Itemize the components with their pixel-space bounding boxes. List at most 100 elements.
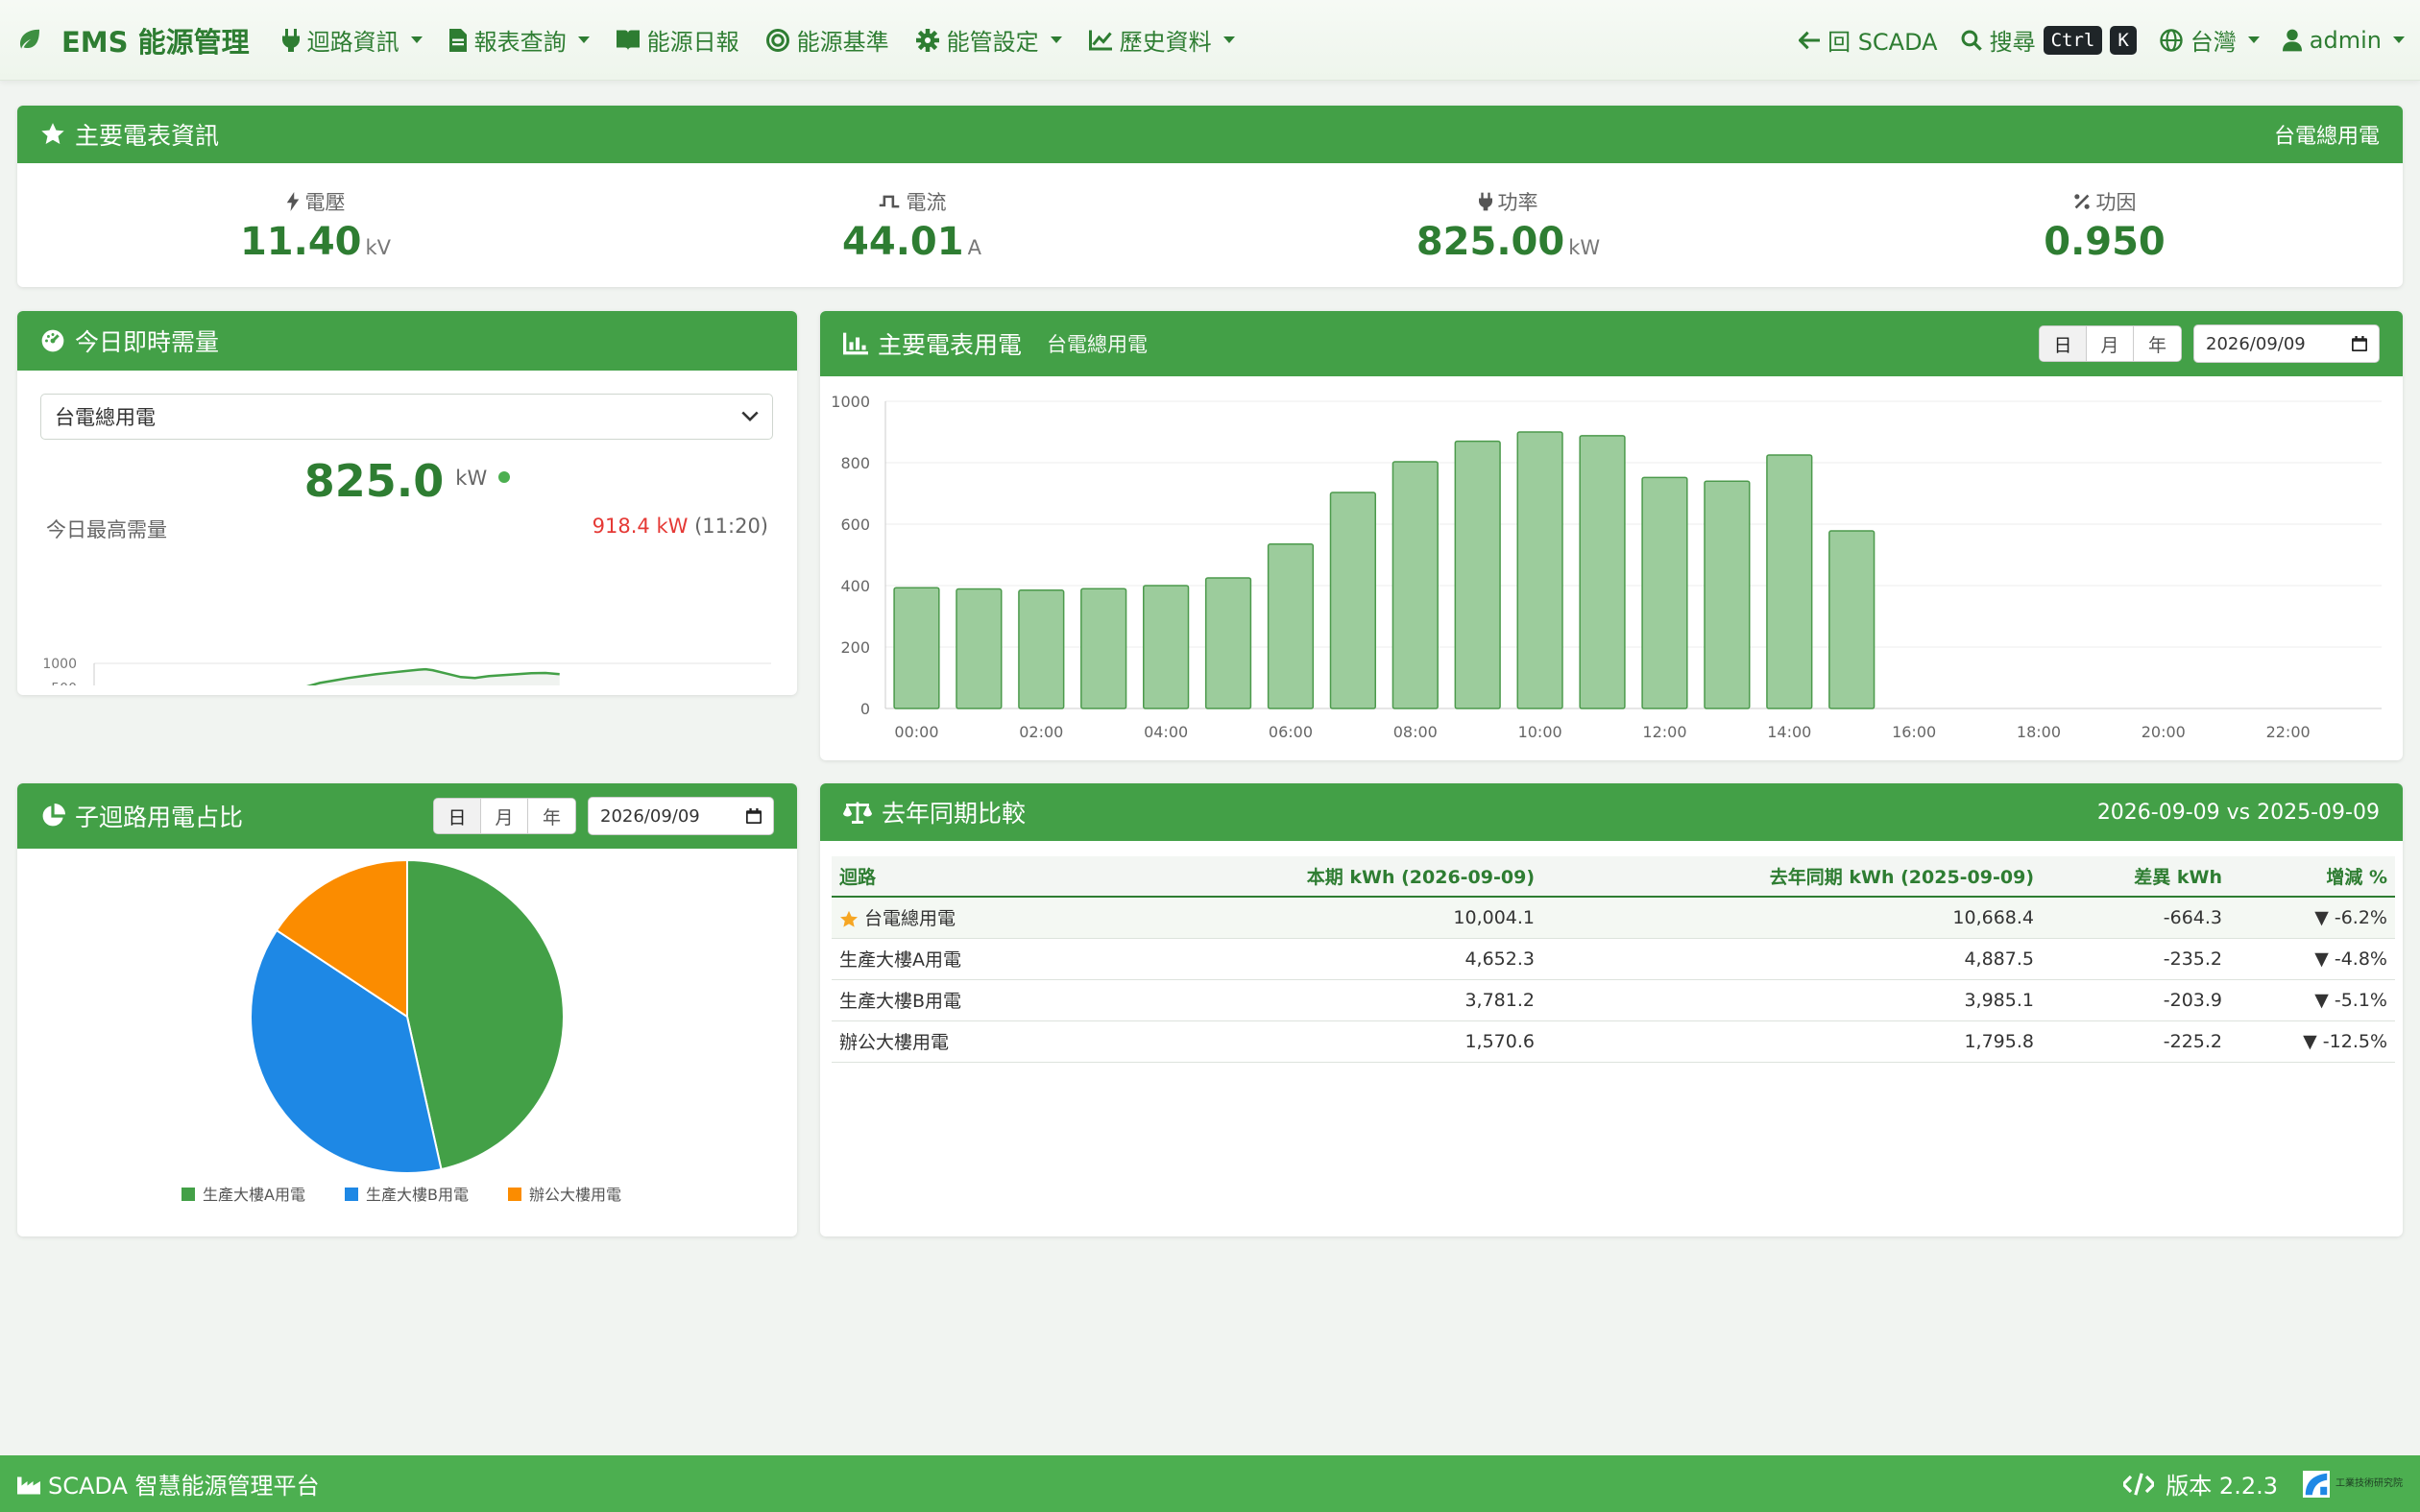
period-day-button[interactable]: 日 bbox=[2040, 326, 2087, 361]
caret-down-icon bbox=[1050, 36, 1062, 43]
circuit-select[interactable]: 台電總用電 bbox=[40, 394, 773, 440]
usage-bar[interactable] bbox=[1766, 454, 1813, 709]
diff-kwh: -203.9 bbox=[2042, 979, 2230, 1021]
legend-swatch bbox=[345, 1188, 358, 1201]
date-input[interactable]: 2026/09/09 bbox=[2193, 324, 2380, 363]
comparison-table: 迴路 本期 kWh (2026-09-09) 去年同期 kWh (2025-09… bbox=[832, 856, 2395, 1063]
table-row[interactable]: 生產大樓A用電 4,652.3 4,887.5 -235.2 ▼ -4.8% bbox=[832, 938, 2395, 980]
circuit-name: 台電總用電 bbox=[864, 908, 956, 930]
card-header: 去年同期比較 2026-09-09 vs 2025-09-09 bbox=[820, 783, 2403, 841]
metric-label: 電壓 bbox=[304, 191, 346, 214]
card-title: 今日即時需量 bbox=[75, 328, 220, 356]
usage-bar[interactable] bbox=[1704, 480, 1751, 709]
user-dropdown[interactable]: admin bbox=[2282, 27, 2405, 54]
card-subtitle: 台電總用電 bbox=[1047, 333, 1149, 356]
back-to-scada-link[interactable]: 回 SCADA bbox=[1799, 23, 1938, 57]
change-pct: -12.5% bbox=[2322, 1030, 2387, 1052]
period-year-button[interactable]: 年 bbox=[2134, 326, 2181, 361]
y-tick-label: 600 bbox=[840, 516, 870, 534]
nav-item-reports[interactable]: 報表查詢 bbox=[448, 23, 590, 57]
current-kwh: 10,004.1 bbox=[1120, 897, 1542, 939]
metric-voltage: 電壓 11.40 kV bbox=[17, 187, 614, 264]
nav-item-settings[interactable]: 能管設定 bbox=[915, 23, 1062, 57]
usage-bar[interactable] bbox=[1641, 476, 1688, 709]
metric-unit: A bbox=[967, 236, 981, 259]
period-year-button[interactable]: 年 bbox=[528, 799, 575, 833]
x-tick-label: 16:00 bbox=[1892, 723, 1936, 741]
current-demand-unit: kW bbox=[455, 467, 488, 490]
brand-title: EMS 能源管理 bbox=[61, 25, 250, 59]
usage-bar[interactable] bbox=[1579, 435, 1626, 709]
period-month-button[interactable]: 月 bbox=[2087, 326, 2134, 361]
gauge-icon bbox=[41, 329, 64, 352]
table-row[interactable]: 生產大樓B用電 3,781.2 3,985.1 -203.9 ▼ -5.1% bbox=[832, 979, 2395, 1021]
last-year-kwh: 3,985.1 bbox=[1542, 979, 2042, 1021]
change-pct: -6.2% bbox=[2334, 906, 2387, 928]
target-icon bbox=[765, 28, 789, 52]
date-input[interactable]: 2026/09/09 bbox=[588, 797, 774, 835]
footer: SCADA 智慧能源管理平台 版本 2.2.3 工業技術研究院 bbox=[0, 1455, 2420, 1512]
demand-area bbox=[310, 669, 560, 685]
percent-icon bbox=[2073, 194, 2090, 209]
caret-down-icon bbox=[2247, 36, 2260, 43]
search-button[interactable]: 搜尋 Ctrl K bbox=[1961, 23, 2137, 57]
demand-line-chart: 0500100000:0003:0006:0009:0012:0015:0018… bbox=[42, 657, 771, 686]
caret-down-icon bbox=[410, 36, 423, 43]
usage-bar[interactable] bbox=[1828, 530, 1876, 709]
plug-icon bbox=[281, 28, 300, 52]
x-tick-label: 04:00 bbox=[1144, 723, 1188, 741]
peak-demand-value: 918.4 kW bbox=[592, 515, 689, 538]
kbd-ctrl: Ctrl bbox=[2043, 25, 2103, 55]
usage-bar[interactable] bbox=[1080, 588, 1127, 709]
period-month-button[interactable]: 月 bbox=[481, 799, 528, 833]
y-tick-label: 200 bbox=[840, 638, 870, 657]
col-pct: 增減 % bbox=[2230, 856, 2395, 898]
usage-bar[interactable] bbox=[1018, 589, 1065, 709]
brand[interactable]: EMS 能源管理 bbox=[15, 20, 250, 60]
usage-bar[interactable] bbox=[1516, 431, 1563, 709]
x-tick-label: 12:00 bbox=[1642, 723, 1686, 741]
usage-bar[interactable] bbox=[1143, 585, 1190, 709]
date-value: 2026/09/09 bbox=[2206, 333, 2306, 354]
y-tick-label: 0 bbox=[860, 700, 870, 718]
caret-down-icon bbox=[577, 36, 590, 43]
usage-bar[interactable] bbox=[956, 588, 1003, 709]
language-dropdown[interactable]: 台灣 bbox=[2160, 23, 2260, 57]
change-pct: -4.8% bbox=[2334, 948, 2387, 970]
globe-icon bbox=[2160, 28, 2183, 52]
card-title: 子迴路用電占比 bbox=[75, 804, 244, 831]
back-scada-label: 回 SCADA bbox=[1827, 29, 1938, 56]
metric-current: 電流 44.01 A bbox=[614, 187, 1210, 264]
usage-bar[interactable] bbox=[893, 587, 940, 709]
search-icon bbox=[1961, 30, 1982, 51]
wave-icon bbox=[879, 195, 899, 208]
period-day-button[interactable]: 日 bbox=[434, 799, 481, 833]
nav-label: 能源基準 bbox=[796, 29, 889, 56]
nav-item-daily[interactable]: 能源日報 bbox=[616, 23, 739, 57]
last-year-kwh: 4,887.5 bbox=[1542, 938, 2042, 980]
usage-bar[interactable] bbox=[1267, 543, 1315, 709]
table-row[interactable]: 台電總用電 10,004.1 10,668.4 -664.3 ▼ -6.2% bbox=[832, 897, 2395, 939]
usage-bar[interactable] bbox=[1329, 492, 1376, 709]
x-tick-label: 18:00 bbox=[2017, 723, 2061, 741]
usage-bar[interactable] bbox=[1392, 461, 1439, 709]
nav-item-circuits[interactable]: 迴路資訊 bbox=[281, 23, 423, 57]
card-header: 主要電表用電 台電總用電 日 月 年 2026/09/09 bbox=[820, 311, 2403, 376]
shortcut-hint: Ctrl K bbox=[2043, 25, 2137, 55]
metric-value: 44.01 bbox=[842, 220, 964, 264]
col-circuit: 迴路 bbox=[832, 856, 1120, 898]
last-year-kwh: 10,668.4 bbox=[1542, 897, 2042, 939]
card-title: 主要電表資訊 bbox=[75, 122, 220, 150]
nav-item-history[interactable]: 歷史資料 bbox=[1088, 23, 1235, 57]
diff-kwh: -225.2 bbox=[2042, 1020, 2230, 1063]
x-tick-label: 14:00 bbox=[1767, 723, 1811, 741]
y-tick-label: 500 bbox=[51, 682, 77, 686]
nav-item-baseline[interactable]: 能源基準 bbox=[765, 23, 889, 57]
triangle-down-icon: ▼ bbox=[2314, 989, 2329, 1011]
usage-bar[interactable] bbox=[1204, 577, 1252, 709]
y-tick-label: 1000 bbox=[42, 657, 77, 672]
x-tick-label: 08:00 bbox=[1393, 723, 1438, 741]
table-row[interactable]: 辦公大樓用電 1,570.6 1,795.8 -225.2 ▼ -12.5% bbox=[832, 1020, 2395, 1063]
metric-power-factor: 功因 0.950 bbox=[1806, 187, 2403, 264]
usage-bar[interactable] bbox=[1454, 440, 1501, 709]
